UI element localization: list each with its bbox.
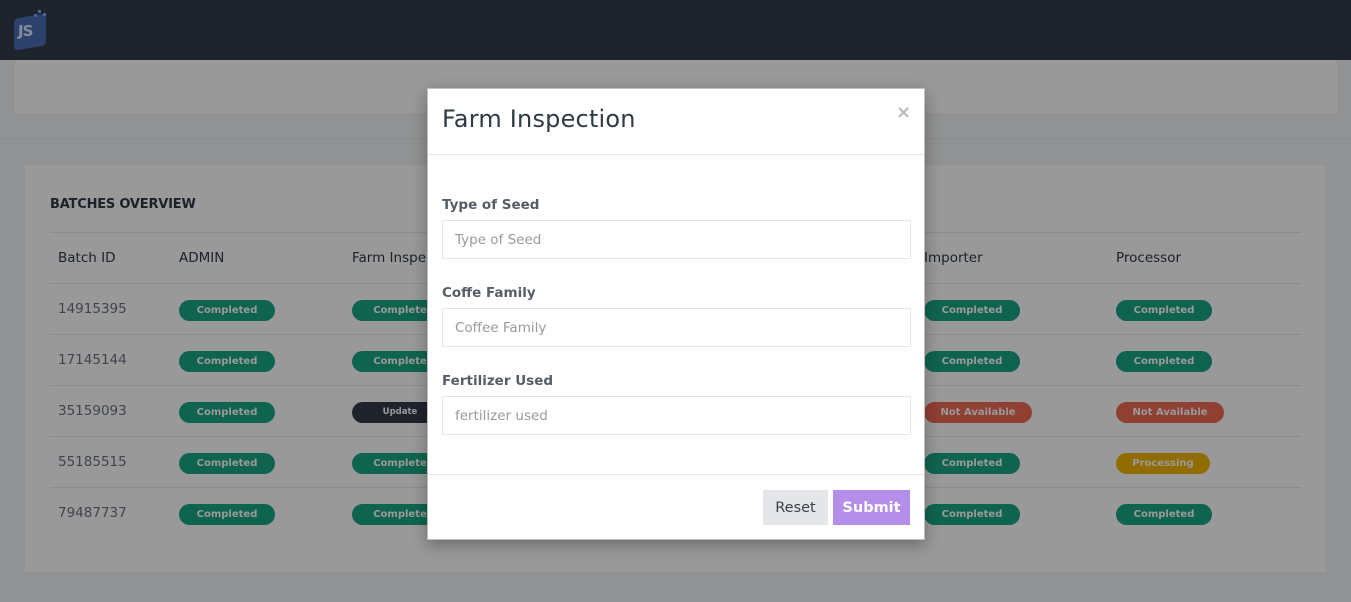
- seed-type-input[interactable]: [442, 220, 911, 259]
- modal-title: Farm Inspection: [442, 105, 636, 133]
- fertilizer-input[interactable]: [442, 396, 911, 435]
- modal-header-divider: [428, 154, 924, 155]
- modal-footer-divider: [428, 474, 924, 475]
- coffee-family-label: Coffe Family: [442, 285, 536, 301]
- farm-inspection-modal: Farm Inspection × Type of Seed Coffe Fam…: [427, 88, 925, 540]
- coffee-family-input[interactable]: [442, 308, 911, 347]
- close-icon[interactable]: ×: [896, 103, 911, 123]
- fertilizer-label: Fertilizer Used: [442, 373, 554, 389]
- seed-type-label: Type of Seed: [442, 197, 540, 213]
- submit-button[interactable]: Submit: [833, 490, 910, 525]
- reset-button[interactable]: Reset: [763, 490, 828, 525]
